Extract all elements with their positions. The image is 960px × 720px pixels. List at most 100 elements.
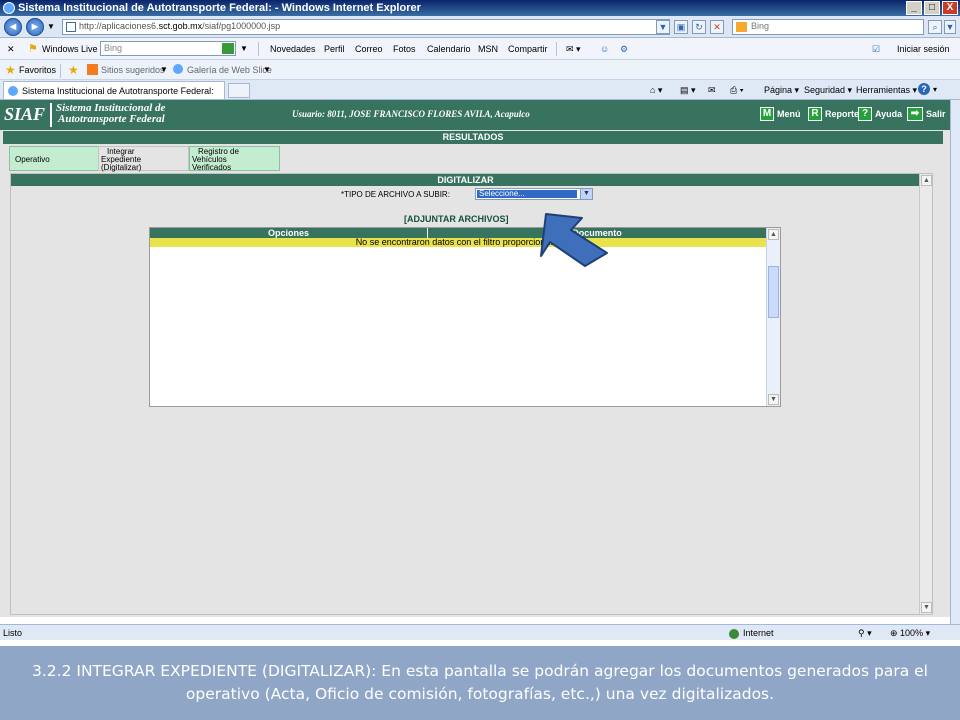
new-tab-button[interactable] <box>228 83 250 98</box>
registro-line3: Verificados <box>192 163 232 172</box>
favorites-bar: ★ Favoritos ★ Sitios sugeridos ▼ Galería… <box>0 60 960 80</box>
mail-icon[interactable]: ✉ ▾ <box>566 44 581 55</box>
tab-row: Sistema Institucional de Autotransporte … <box>0 80 960 100</box>
messenger-icon[interactable]: ☺ <box>600 44 609 54</box>
registro-vehiculos-button[interactable]: Registro de Vehículos Verificados <box>189 146 280 172</box>
siaf-header: SIAF Sistema Institucional de Autotransp… <box>0 100 960 130</box>
grid-scrollbar[interactable]: ▲ ▼ <box>766 228 780 406</box>
live-link-msn[interactable]: MSN <box>478 44 498 54</box>
menu-label: Menú <box>777 109 801 119</box>
report-button[interactable]: R Reporte <box>808 107 859 123</box>
scroll-up-icon[interactable]: ▲ <box>921 175 932 186</box>
help-button[interactable]: ? Ayuda <box>858 107 902 123</box>
search-options-icon[interactable]: ▼ <box>944 20 956 34</box>
stop-icon[interactable]: ✕ <box>710 20 724 34</box>
suggested-sites-link[interactable]: Sitios sugeridos <box>101 65 165 75</box>
exit-button[interactable]: ➡ Salir <box>907 107 946 123</box>
feeds-icon[interactable]: ▤ ▾ <box>680 85 696 96</box>
report-label: Reporte <box>825 109 860 119</box>
live-search-dropdown-icon[interactable]: ▼ <box>240 44 248 53</box>
tipo-archivo-label: *TIPO DE ARCHIVO A SUBIR: <box>341 190 450 199</box>
windows-flag-icon: ⚑ <box>28 43 38 55</box>
live-link-compartir[interactable]: Compartir <box>508 44 548 54</box>
window-title: Sistema Institucional de Autotransporte … <box>18 2 421 14</box>
search-field[interactable]: Bing <box>732 19 924 35</box>
page-icon <box>66 22 76 32</box>
adjuntar-archivos-link[interactable]: [ADJUNTAR ARCHIVOS] <box>404 214 509 224</box>
tab-siaf[interactable]: Sistema Institucional de Autotransporte … <box>3 81 225 99</box>
security-menu[interactable]: Seguridad ▾ <box>804 85 852 96</box>
url-host: sct.gob.mx <box>158 21 203 31</box>
webslice-link[interactable]: Galería de Web Slice <box>187 65 272 75</box>
page-menu[interactable]: Página ▾ <box>764 85 799 96</box>
toolbar-separator <box>556 42 557 56</box>
add-favorite-icon[interactable]: ★ <box>68 63 79 77</box>
forward-button[interactable]: ► <box>26 18 44 36</box>
help-icon[interactable]: ? <box>918 83 930 95</box>
grid-scroll-thumb[interactable] <box>768 266 779 318</box>
toolbar-close-icon[interactable]: ✕ <box>7 44 15 55</box>
live-link-correo[interactable]: Correo <box>355 44 383 54</box>
live-link-calendario[interactable]: Calendario <box>427 44 471 54</box>
chevron-down-icon[interactable]: ▼ <box>580 189 592 199</box>
url-dropdown-icon[interactable]: ▼ <box>656 20 670 34</box>
favorites-star-icon: ★ <box>5 63 16 77</box>
contacts-icon[interactable]: ⚙ <box>620 44 628 55</box>
ie-logo-icon <box>3 2 15 14</box>
user-info: Usuario: 8011, JOSE FRANCISCO FLORES AVI… <box>292 109 530 119</box>
search-icon[interactable]: ⌕ <box>928 20 942 34</box>
favorites-button[interactable]: Favoritos <box>19 65 56 75</box>
system-name-line2: Autotransporte Federal <box>58 113 165 125</box>
history-dropdown-icon[interactable]: ▼ <box>47 22 55 31</box>
security-menu-label: Seguridad <box>804 85 846 95</box>
live-link-fotos[interactable]: Fotos <box>393 44 416 54</box>
zoom-control[interactable]: ⊕ 100% ▾ <box>890 628 930 639</box>
menu-button[interactable]: M Menú <box>760 107 801 123</box>
tab-title: Sistema Institucional de Autotransporte … <box>22 86 214 96</box>
protected-mode-icon[interactable]: ⚲ ▾ <box>858 628 872 639</box>
grid-scroll-up-icon[interactable]: ▲ <box>768 229 779 240</box>
minimize-button[interactable]: _ <box>906 1 922 15</box>
webslice-dropdown-icon[interactable]: ▼ <box>263 65 271 74</box>
signin-link[interactable]: Iniciar sesión <box>897 44 950 54</box>
compatibility-icon[interactable]: ▣ <box>674 20 688 34</box>
live-search-go-icon[interactable] <box>222 43 234 54</box>
url-field[interactable]: http://aplicaciones6.sct.gob.mx/siaf/pg1… <box>62 19 670 35</box>
home-icon[interactable]: ⌂ ▾ <box>650 85 662 96</box>
operativo-label: Operativo <box>15 155 50 164</box>
print-icon[interactable]: ⎙ ▾ <box>730 85 743 96</box>
integrar-expediente-button[interactable]: Integrar Expediente (Digitalizar) <box>98 146 189 172</box>
live-link-perfil[interactable]: Perfil <box>324 44 345 54</box>
help-dropdown-icon[interactable]: ▾ <box>933 85 937 94</box>
close-window-button[interactable]: X <box>942 1 958 15</box>
live-link-novedades[interactable]: Novedades <box>270 44 316 54</box>
report-icon: R <box>808 107 822 121</box>
address-bar: ◄ ► ▼ http://aplicaciones6.sct.gob.mx/si… <box>0 16 960 38</box>
windows-live-label[interactable]: Windows Live <box>42 44 98 54</box>
digitalizar-title: DIGITALIZAR <box>11 174 920 186</box>
live-search-input[interactable]: Bing <box>100 41 236 56</box>
back-button[interactable]: ◄ <box>4 18 22 36</box>
grid-scroll-down-icon[interactable]: ▼ <box>768 394 779 405</box>
scroll-down-icon[interactable]: ▼ <box>921 602 932 613</box>
window-scrollbar[interactable] <box>950 100 960 624</box>
window-title-bar: Sistema Institucional de Autotransporte … <box>0 0 960 16</box>
suggested-dropdown-icon[interactable]: ▼ <box>160 65 168 74</box>
operativo-button[interactable]: Operativo <box>9 146 99 171</box>
tipo-archivo-select[interactable]: Seleccione... ▼ <box>475 188 593 200</box>
internet-zone: Internet <box>729 628 774 639</box>
tools-menu[interactable]: Herramientas ▾ <box>856 85 917 96</box>
help-question-icon: ? <box>858 107 872 121</box>
help-label: Ayuda <box>875 109 903 119</box>
tools-menu-label: Herramientas <box>856 85 911 95</box>
frame-scrollbar[interactable]: ▲ ▼ <box>919 174 932 614</box>
internet-zone-label: Internet <box>743 628 774 638</box>
webslice-icon <box>173 64 183 74</box>
live-search-placeholder: Bing <box>104 43 123 53</box>
bing-icon <box>736 22 747 32</box>
read-mail-icon[interactable]: ✉ <box>708 85 716 96</box>
suggested-sites-icon <box>87 64 98 75</box>
maximize-button[interactable]: □ <box>924 1 940 15</box>
tab-page-icon <box>8 86 18 96</box>
refresh-icon[interactable]: ↻ <box>692 20 706 34</box>
